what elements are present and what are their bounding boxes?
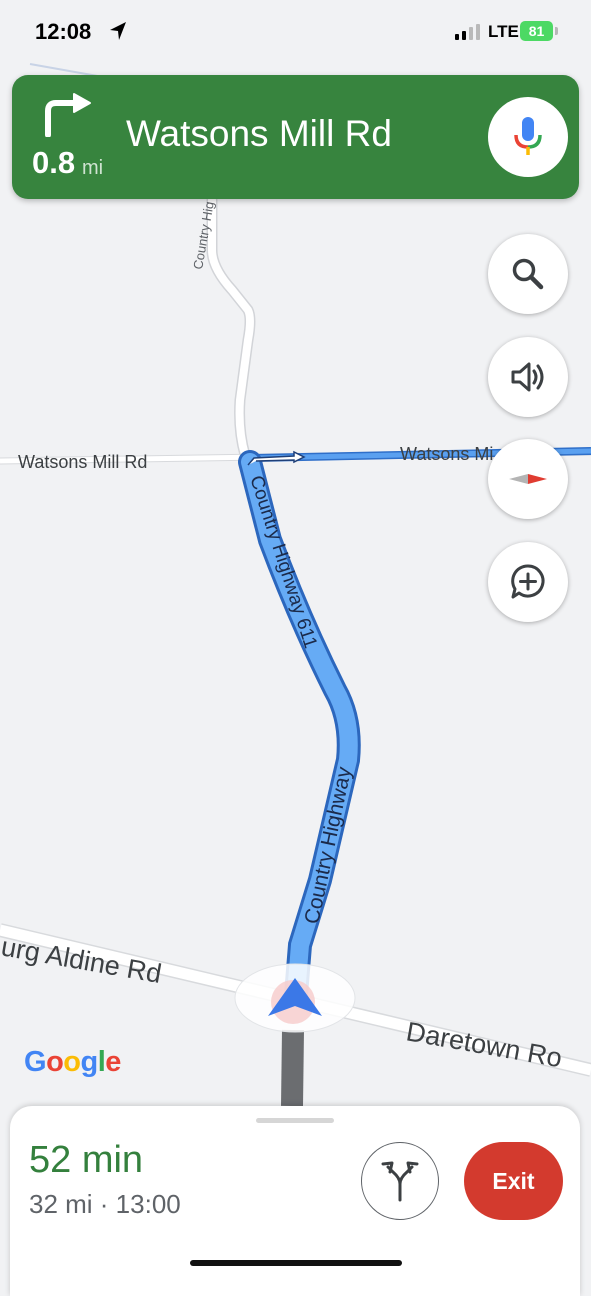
status-bar: 12:08 LTE 81 <box>0 0 591 64</box>
next-street-name: Watsons Mill Rd <box>126 113 392 154</box>
maneuver-distance: 0.8 <box>32 145 76 180</box>
compass-button[interactable] <box>488 439 568 519</box>
alt-routes-icon <box>381 1161 419 1202</box>
home-indicator[interactable] <box>190 1260 402 1266</box>
search-button[interactable] <box>488 234 568 314</box>
battery-level: 81 <box>520 21 553 41</box>
trip-summary-sheet[interactable]: 52 min 32 mi · 13:00 Exit <box>10 1106 580 1296</box>
volume-icon <box>511 362 544 392</box>
turn-right-icon <box>45 93 91 137</box>
compass-icon <box>509 474 547 484</box>
map-label-watsons-right: Watsons Mi <box>400 444 493 464</box>
navigation-banner[interactable]: 0.8 mi Watsons Mill Rd <box>12 75 579 199</box>
network-label: LTE <box>488 22 519 41</box>
voice-search-button[interactable] <box>488 97 568 177</box>
map-label-daretown: Daretown Ro <box>404 1016 564 1073</box>
signal-icon <box>455 24 480 40</box>
sound-button[interactable] <box>488 337 568 417</box>
map-label-highway-upper: Country Highway 611 <box>245 473 321 651</box>
alternate-routes-button[interactable] <box>361 1142 439 1220</box>
battery-icon <box>555 27 558 35</box>
search-icon <box>512 258 544 290</box>
exit-navigation-button[interactable]: Exit <box>464 1142 563 1220</box>
mic-icon <box>514 117 542 155</box>
add-report-button[interactable] <box>488 542 568 622</box>
sheet-drag-handle[interactable] <box>256 1118 334 1123</box>
map-label-watsons-left: Watsons Mill Rd <box>18 452 147 472</box>
trip-details: 32 mi · 13:00 <box>29 1189 181 1219</box>
google-logo: Google <box>24 1046 121 1078</box>
add-report-icon <box>511 564 545 599</box>
maneuver-distance-unit: mi <box>82 157 104 179</box>
location-arrow-icon <box>110 22 126 40</box>
map-label-aldine: urg Aldine Rd <box>0 931 164 989</box>
status-time: 12:08 <box>35 19 92 44</box>
map-label-highway-lower: Country Highway <box>300 764 356 926</box>
trip-duration: 52 min <box>29 1139 144 1181</box>
